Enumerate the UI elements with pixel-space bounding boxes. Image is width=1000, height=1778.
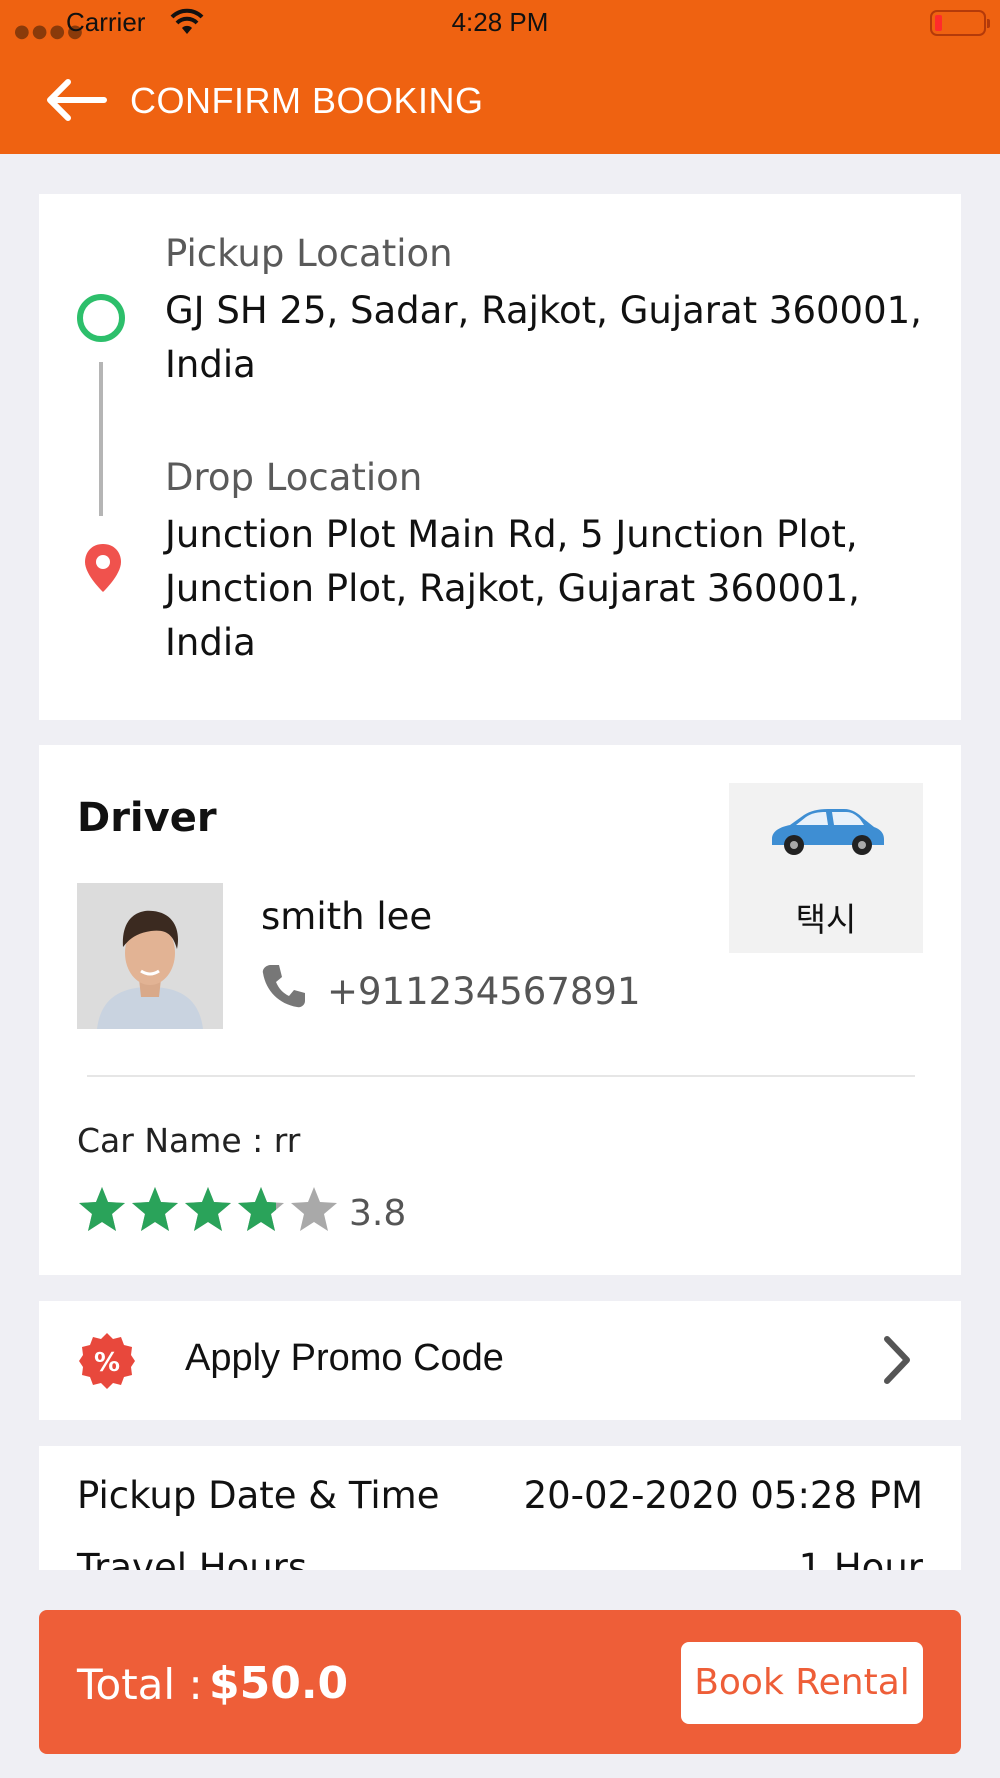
chevron-right-icon[interactable]	[881, 1335, 913, 1389]
status-bar: ●●●● Carrier 4:28 PM	[0, 0, 1000, 48]
star-icon	[238, 1187, 284, 1231]
route-card: Pickup Location GJ SH 25, Sadar, Rajkot,…	[39, 194, 961, 720]
detail-key: Pickup Date & Time	[77, 1474, 440, 1517]
total-amount: $50.0	[209, 1658, 349, 1709]
top-app-bar: CONFIRM BOOKING	[0, 48, 1000, 154]
car-icon	[766, 805, 886, 863]
percent-badge-icon: %	[77, 1331, 137, 1395]
driver-heading: Driver	[77, 795, 217, 841]
promo-label: Apply Promo Code	[185, 1337, 504, 1379]
divider	[87, 1075, 915, 1077]
battery-icon	[930, 10, 990, 36]
star-icon	[291, 1187, 337, 1231]
detail-value: 20-02-2020 05:28 PM	[523, 1474, 923, 1517]
driver-name: smith lee	[261, 895, 433, 938]
total-label: Total :	[77, 1660, 203, 1709]
clock: 4:28 PM	[451, 7, 549, 37]
rating-value: 3.8	[349, 1193, 407, 1234]
drop-location-label: Drop Location	[165, 456, 423, 499]
apply-promo-code-row[interactable]: % Apply Promo Code	[39, 1301, 961, 1420]
pickup-address: GJ SH 25, Sadar, Rajkot, Gujarat 360001,…	[165, 289, 922, 386]
driver-phone[interactable]: +911234567891	[327, 970, 641, 1013]
total-bar: Total : $50.0 Book Rental	[39, 1610, 961, 1754]
book-rental-button[interactable]: Book Rental	[681, 1642, 923, 1724]
star-icon	[132, 1187, 178, 1231]
vehicle-type-card: 택시	[729, 783, 923, 953]
driver-card: Driver smith lee +911234567891 택시 Car Na…	[39, 745, 961, 1275]
star-icon	[185, 1187, 231, 1231]
drop-address: Junction Plot Main Rd, 5 Junction Plot, …	[165, 513, 860, 664]
pickup-marker-icon	[77, 294, 125, 342]
drop-pin-icon	[83, 542, 123, 598]
driver-avatar	[77, 883, 223, 1029]
back-arrow-icon[interactable]	[44, 76, 108, 124]
star-icon	[79, 1187, 125, 1231]
svg-text:%: %	[94, 1348, 120, 1378]
vehicle-type-label: 택시	[795, 900, 857, 939]
car-name: Car Name : rr	[77, 1121, 301, 1160]
page-title: CONFIRM BOOKING	[130, 80, 484, 121]
booking-details-card: Pickup Date & Time 20-02-2020 05:28 PM T…	[39, 1446, 961, 1570]
pickup-location-label: Pickup Location	[165, 232, 453, 275]
detail-key: Travel Hours	[77, 1546, 308, 1570]
detail-value: 1 Hour	[798, 1546, 923, 1570]
route-line	[99, 362, 103, 516]
phone-icon[interactable]	[261, 963, 307, 1013]
